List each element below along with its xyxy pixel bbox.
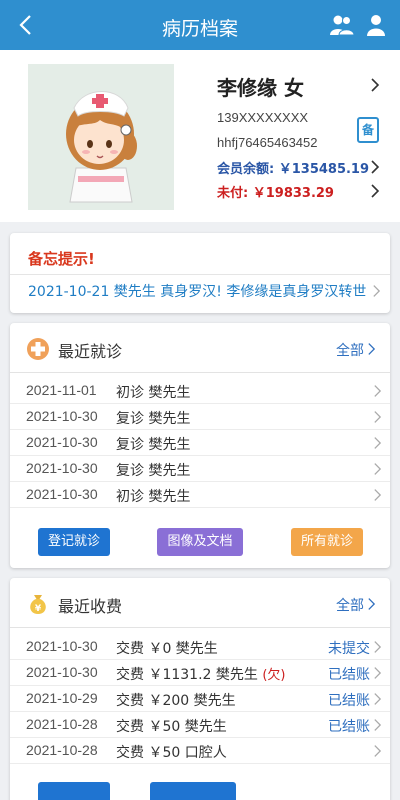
visit-desc: 初诊 樊先生 <box>116 489 191 505</box>
recent-visits-card: 最近就诊 全部 2021-11-01 初诊 樊先生 2021-10-30 复诊 … <box>10 323 390 568</box>
images-documents-button[interactable]: 图像及文档 <box>157 528 243 556</box>
fee-row[interactable]: 2021-10-29 交费 ￥200 樊先生 已结账 <box>10 686 390 712</box>
top-bar: 病历档案 <box>0 0 400 50</box>
money-bag-icon: ¥ <box>30 595 46 614</box>
fee-desc: 交费 ￥0 樊先生 <box>116 641 218 657</box>
fee-desc-wrap: 交费 ￥50 樊先生 <box>116 716 227 736</box>
chevron-right-icon <box>374 411 382 423</box>
debt-tag: (欠) <box>262 668 286 683</box>
chevron-right-icon[interactable] <box>370 160 380 174</box>
fee-desc: 交费 ￥50 樊先生 <box>116 719 227 735</box>
fee-desc-wrap: 交费 ￥200 樊先生 <box>116 690 236 710</box>
visit-row[interactable]: 2021-10-30 复诊 樊先生 <box>10 404 390 430</box>
fee-status: 已结账 <box>328 693 370 709</box>
chevron-right-icon[interactable] <box>372 284 381 298</box>
visit-date: 2021-10-30 <box>26 460 98 476</box>
visit-row[interactable]: 2021-10-30 复诊 樊先生 <box>10 430 390 456</box>
fee-row[interactable]: 2021-10-28 交费 ￥50 樊先生 已结账 <box>10 712 390 738</box>
chevron-right-icon[interactable] <box>370 78 380 92</box>
fee-action-button[interactable] <box>150 782 236 800</box>
fee-desc-wrap: 交费 ￥1131.2 樊先生 (欠) <box>116 664 286 684</box>
visit-date: 2021-10-30 <box>26 408 98 424</box>
patient-profile: 李修缘 女 139XXXXXXXX hhfj76465463452 备 会员余额… <box>0 50 400 222</box>
record-note-icon[interactable]: 备 <box>357 117 379 143</box>
visit-row[interactable]: 2021-11-01 初诊 樊先生 <box>10 378 390 404</box>
patient-phone: 139XXXXXXXX <box>217 110 309 125</box>
all-visits-button[interactable]: 所有就诊 <box>291 528 363 556</box>
recent-fees-card: ¥ 最近收费 全部 2021-10-30 交费 ￥0 樊先生 未提交 2021-… <box>10 578 390 800</box>
fee-desc: 交费 ￥50 口腔人 <box>116 745 227 761</box>
fee-action-button[interactable] <box>38 782 110 800</box>
svg-text:¥: ¥ <box>35 604 42 614</box>
chevron-right-icon[interactable] <box>367 342 376 356</box>
fee-date: 2021-10-28 <box>26 742 98 758</box>
fee-date: 2021-10-29 <box>26 690 98 706</box>
chevron-right-icon <box>374 719 382 731</box>
visit-row[interactable]: 2021-10-30 初诊 樊先生 <box>10 482 390 508</box>
fee-desc-wrap: 交费 ￥0 樊先生 <box>116 638 218 658</box>
chevron-right-icon <box>374 745 382 757</box>
visit-row[interactable]: 2021-10-30 复诊 樊先生 <box>10 456 390 482</box>
chevron-right-icon[interactable] <box>367 597 376 611</box>
visit-desc: 复诊 樊先生 <box>116 411 191 427</box>
fee-status: 未提交 <box>328 641 370 657</box>
fee-date: 2021-10-30 <box>26 638 98 654</box>
chevron-right-icon <box>374 693 382 705</box>
chevron-right-icon[interactable] <box>370 184 380 198</box>
visit-date: 2021-11-01 <box>26 382 97 398</box>
fee-date: 2021-10-30 <box>26 664 98 680</box>
fee-desc: 交费 ￥1131.2 樊先生 <box>116 667 258 683</box>
visit-desc: 复诊 樊先生 <box>116 463 191 479</box>
user-icon[interactable] <box>366 14 386 36</box>
register-visit-button[interactable]: 登记就诊 <box>38 528 110 556</box>
patients-group-icon[interactable] <box>330 14 354 36</box>
chevron-right-icon <box>374 385 382 397</box>
view-all-link[interactable]: 全部 <box>336 595 364 615</box>
memo-card[interactable]: 备忘提示! 2021-10-21 樊先生 真身罗汉! 李修缘是真身罗汉转世 <box>10 233 390 313</box>
memo-text: 2021-10-21 樊先生 真身罗汉! 李修缘是真身罗汉转世 <box>28 284 367 300</box>
visit-date: 2021-10-30 <box>26 486 98 502</box>
patient-name-gender: 李修缘 女 <box>217 76 304 100</box>
divider <box>10 274 390 275</box>
chevron-right-icon <box>374 463 382 475</box>
member-balance: 会员余额: ￥135485.19 <box>217 162 370 177</box>
section-header: ¥ 最近收费 全部 <box>10 578 390 628</box>
chevron-right-icon <box>374 667 382 679</box>
view-all-link[interactable]: 全部 <box>336 340 364 360</box>
fee-desc: 交费 ￥200 樊先生 <box>116 693 236 709</box>
fee-row[interactable]: 2021-10-30 交费 ￥0 樊先生 未提交 <box>10 634 390 660</box>
medical-cross-icon <box>27 338 49 360</box>
section-header: 最近就诊 全部 <box>10 323 390 373</box>
chevron-right-icon <box>374 437 382 449</box>
fee-row[interactable]: 2021-10-30 交费 ￥1131.2 樊先生 (欠) 已结账 <box>10 660 390 686</box>
patient-code: hhfj76465463452 <box>217 135 318 150</box>
section-title: 最近收费 <box>58 597 123 616</box>
visit-date: 2021-10-30 <box>26 434 98 450</box>
fee-status: 已结账 <box>328 667 370 683</box>
chevron-right-icon <box>374 641 382 653</box>
fee-status: 已结账 <box>328 719 370 735</box>
avatar[interactable] <box>28 64 174 210</box>
unpaid-amount: 未付: ￥19833.29 <box>217 186 334 201</box>
memo-title: 备忘提示! <box>28 250 95 268</box>
visit-desc: 复诊 樊先生 <box>116 437 191 453</box>
fee-desc-wrap: 交费 ￥50 口腔人 <box>116 742 227 762</box>
section-title: 最近就诊 <box>58 342 123 361</box>
fee-row[interactable]: 2021-10-28 交费 ￥50 口腔人 <box>10 738 390 764</box>
chevron-right-icon <box>374 489 382 501</box>
visit-desc: 初诊 樊先生 <box>116 385 191 401</box>
fee-date: 2021-10-28 <box>26 716 98 732</box>
